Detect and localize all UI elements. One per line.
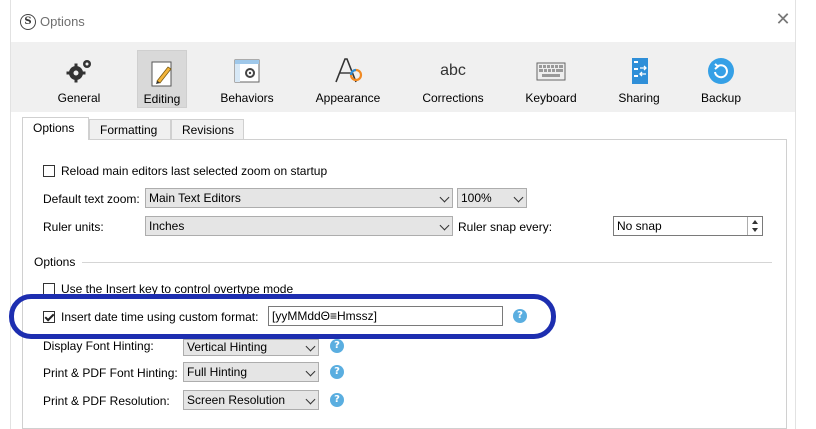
pdf-resolution-value: Screen Resolution <box>187 393 286 407</box>
ruler-units-select[interactable]: Inches <box>145 216 453 236</box>
title-bar <box>11 0 795 42</box>
stepper-up-icon[interactable] <box>752 220 758 224</box>
options-window: S Options ✕ General Editing Behaviors Ap… <box>0 0 816 429</box>
toolbar-editing[interactable]: Editing <box>137 50 187 108</box>
toolbar-label: Editing <box>143 92 181 106</box>
help-icon[interactable]: ? <box>330 339 344 353</box>
stepper-buttons[interactable] <box>747 217 762 235</box>
ruler-units-label: Ruler units: <box>43 220 104 234</box>
tab-formatting[interactable]: Formatting <box>89 119 171 139</box>
category-toolbar: General Editing Behaviors Appearance abc… <box>11 42 795 112</box>
window-gear-icon <box>234 59 260 83</box>
stepper-down-icon[interactable] <box>752 228 758 232</box>
pencil-icon <box>151 61 172 87</box>
default-zoom-select[interactable]: Main Text Editors <box>145 188 453 208</box>
pdf-resolution-label: Print & PDF Resolution: <box>43 394 170 408</box>
toolbar-behaviors[interactable]: Behaviors <box>211 42 283 112</box>
help-icon[interactable]: ? <box>330 393 344 407</box>
keyboard-icon <box>536 62 566 81</box>
abc-icon: abc <box>440 62 466 79</box>
backup-icon <box>708 58 734 84</box>
chevron-down-icon <box>513 192 524 203</box>
toolbar-label: Backup <box>700 91 742 105</box>
font-hinting-select[interactable]: Vertical Hinting <box>183 339 319 356</box>
help-icon[interactable]: ? <box>330 365 344 379</box>
font-a-icon <box>335 58 363 83</box>
tab-revisions[interactable]: Revisions <box>171 119 244 139</box>
chevron-down-icon <box>439 220 450 231</box>
toolbar-backup[interactable]: Backup <box>695 42 747 112</box>
toolbar-appearance[interactable]: Appearance <box>311 42 385 112</box>
gears-icon <box>66 60 91 83</box>
window-border-right <box>795 0 796 429</box>
window-title: Options <box>40 14 85 29</box>
chevron-down-icon <box>305 341 316 352</box>
ruler-snap-label: Ruler snap every: <box>458 220 553 234</box>
zoom-percent-select[interactable]: 100% <box>457 188 527 208</box>
sync-doc-icon <box>632 58 648 84</box>
toolbar-label: Corrections <box>422 91 484 105</box>
toolbar-label: Appearance <box>315 91 381 105</box>
chevron-down-icon <box>305 366 316 377</box>
default-zoom-value: Main Text Editors <box>149 191 241 205</box>
toolbar-keyboard[interactable]: Keyboard <box>519 42 583 112</box>
toolbar-label: General <box>57 91 101 105</box>
ruler-units-value: Inches <box>149 219 185 233</box>
toolbar-label: Keyboard <box>525 91 577 105</box>
toolbar-label: Sharing <box>618 91 660 105</box>
toolbar-corrections[interactable]: abc Corrections <box>415 42 491 112</box>
font-hinting-value: Vertical Hinting <box>187 340 268 354</box>
ruler-snap-value: No snap <box>617 219 662 233</box>
ruler-snap-stepper[interactable]: No snap <box>613 216 763 236</box>
toolbar-general[interactable]: General <box>48 42 110 112</box>
app-logo-icon: S <box>20 14 36 30</box>
pdf-font-hinting-value: Full Hinting <box>187 365 248 379</box>
reload-zoom-label: Reload main editors last selected zoom o… <box>61 164 328 178</box>
reload-zoom-checkbox[interactable] <box>43 165 55 177</box>
pdf-font-hinting-select[interactable]: Full Hinting <box>183 362 319 382</box>
zoom-percent-value: 100% <box>461 191 492 205</box>
group-divider <box>82 262 772 263</box>
toolbar-label: Behaviors <box>220 91 274 105</box>
highlight-annotation <box>9 294 556 339</box>
pdf-font-hinting-label: Print & PDF Font Hinting: <box>43 366 178 380</box>
chevron-down-icon <box>305 394 316 405</box>
default-zoom-label: Default text zoom: <box>43 192 140 206</box>
options-group-label: Options <box>34 255 76 269</box>
font-hinting-label: Display Font Hinting: <box>43 339 154 353</box>
tab-options[interactable]: Options <box>22 117 89 140</box>
close-icon[interactable]: ✕ <box>774 11 792 29</box>
toolbar-sharing[interactable]: Sharing <box>611 42 667 112</box>
pdf-resolution-select[interactable]: Screen Resolution <box>183 390 319 410</box>
chevron-down-icon <box>439 192 450 203</box>
